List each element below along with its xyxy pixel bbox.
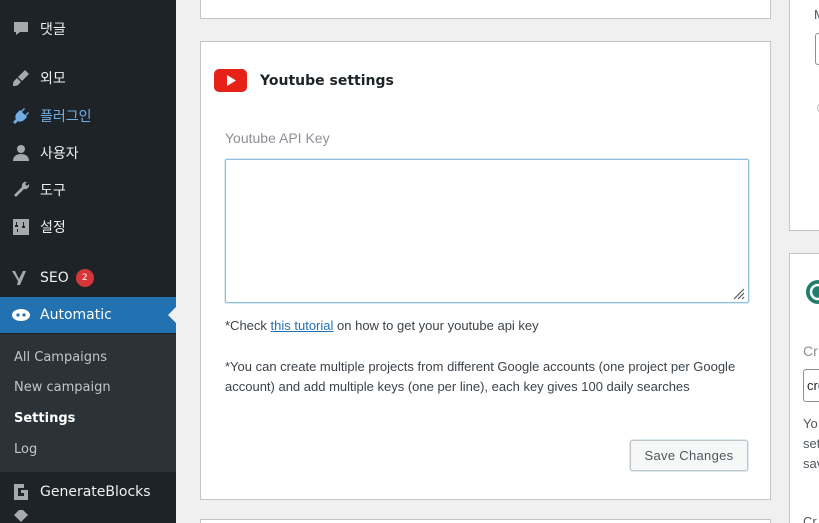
plugin-logo-icon bbox=[806, 280, 819, 304]
submenu-all-campaigns[interactable]: All Campaigns bbox=[14, 348, 107, 368]
menu-item-label: SEO bbox=[40, 270, 69, 286]
submenu-log[interactable]: Log bbox=[14, 440, 37, 460]
automatic-icon bbox=[0, 305, 40, 325]
update-count-badge: 2 bbox=[75, 269, 94, 287]
side-text-1: Yo bbox=[803, 416, 818, 431]
card-header: Youtube settings bbox=[214, 69, 394, 92]
menu-item-users[interactable]: 사용자 bbox=[0, 135, 176, 171]
generateblocks-icon bbox=[0, 482, 40, 502]
side-label-m: M bbox=[814, 7, 819, 22]
user-icon bbox=[0, 143, 40, 163]
menu-item-appearance[interactable]: 외모 bbox=[0, 60, 176, 96]
side-input[interactable] bbox=[815, 33, 819, 65]
submenu-new-campaign[interactable]: New campaign bbox=[14, 378, 111, 398]
help-prefix: *Check bbox=[225, 318, 271, 333]
comment-icon bbox=[0, 19, 40, 39]
side-field-input[interactable]: cro bbox=[803, 369, 819, 402]
settings-card-next bbox=[200, 519, 771, 523]
menu-item-label: Automatic bbox=[40, 307, 112, 323]
submenu-settings[interactable]: Settings bbox=[14, 409, 75, 429]
menu-item-label: 도구 bbox=[40, 183, 66, 199]
automatic-submenu: All Campaigns New campaign Settings Log bbox=[0, 334, 176, 472]
resize-handle-icon[interactable] bbox=[731, 286, 745, 300]
diamond-icon bbox=[0, 510, 40, 523]
multiple-keys-help-text: *You can create multiple projects from d… bbox=[225, 359, 736, 394]
admin-sidebar: 댓글 외모 플러그인 사용자 도구 설정 SEO 2 Automatic All… bbox=[0, 0, 176, 523]
menu-item-tools[interactable]: 도구 bbox=[0, 172, 176, 208]
save-changes-button[interactable]: Save Changes bbox=[630, 440, 748, 471]
side-field-value: cro bbox=[807, 378, 819, 393]
api-key-textarea[interactable] bbox=[225, 159, 749, 303]
wrench-icon bbox=[0, 180, 40, 200]
side-text-2: set bbox=[803, 436, 819, 451]
yoast-icon bbox=[0, 268, 40, 288]
card-title: Youtube settings bbox=[260, 72, 394, 89]
youtube-settings-card: Youtube settings Youtube API Key *Check … bbox=[200, 41, 771, 500]
menu-item-label: GenerateBlocks bbox=[40, 484, 151, 500]
menu-item-label: 댓글 bbox=[40, 22, 66, 38]
menu-item-next[interactable] bbox=[0, 510, 176, 523]
side-field-label: Cr bbox=[803, 343, 818, 359]
api-key-label: Youtube API Key bbox=[225, 130, 330, 146]
side-panel-card-1: M bbox=[789, 0, 819, 231]
help-suffix: on how to get your youtube api key bbox=[333, 318, 539, 333]
menu-item-label: 설정 bbox=[40, 220, 66, 236]
paintbrush-icon bbox=[0, 68, 40, 88]
tutorial-link[interactable]: this tutorial bbox=[271, 318, 334, 333]
side-text-4: Cr bbox=[803, 514, 817, 523]
settings-card-previous bbox=[200, 0, 771, 19]
settings-sliders-icon bbox=[0, 217, 40, 237]
menu-item-settings[interactable]: 설정 bbox=[0, 209, 176, 245]
youtube-icon bbox=[214, 69, 247, 92]
menu-item-plugins[interactable]: 플러그인 bbox=[0, 98, 176, 134]
plugin-icon bbox=[0, 106, 40, 126]
menu-item-automatic[interactable]: Automatic bbox=[0, 297, 176, 333]
menu-item-seo[interactable]: SEO 2 bbox=[0, 260, 176, 296]
menu-item-label: 외모 bbox=[40, 71, 66, 87]
side-panel-card-2: Cr cro Yo set sav Cr bbox=[789, 253, 819, 523]
side-text-3: sav bbox=[803, 456, 819, 471]
menu-item-comments[interactable]: 댓글 bbox=[0, 11, 176, 47]
menu-item-label: 플러그인 bbox=[40, 109, 92, 125]
tutorial-help-text: *Check this tutorial on how to get your … bbox=[225, 316, 539, 336]
menu-item-generateblocks[interactable]: GenerateBlocks bbox=[0, 474, 176, 510]
menu-item-label: 사용자 bbox=[40, 146, 79, 162]
